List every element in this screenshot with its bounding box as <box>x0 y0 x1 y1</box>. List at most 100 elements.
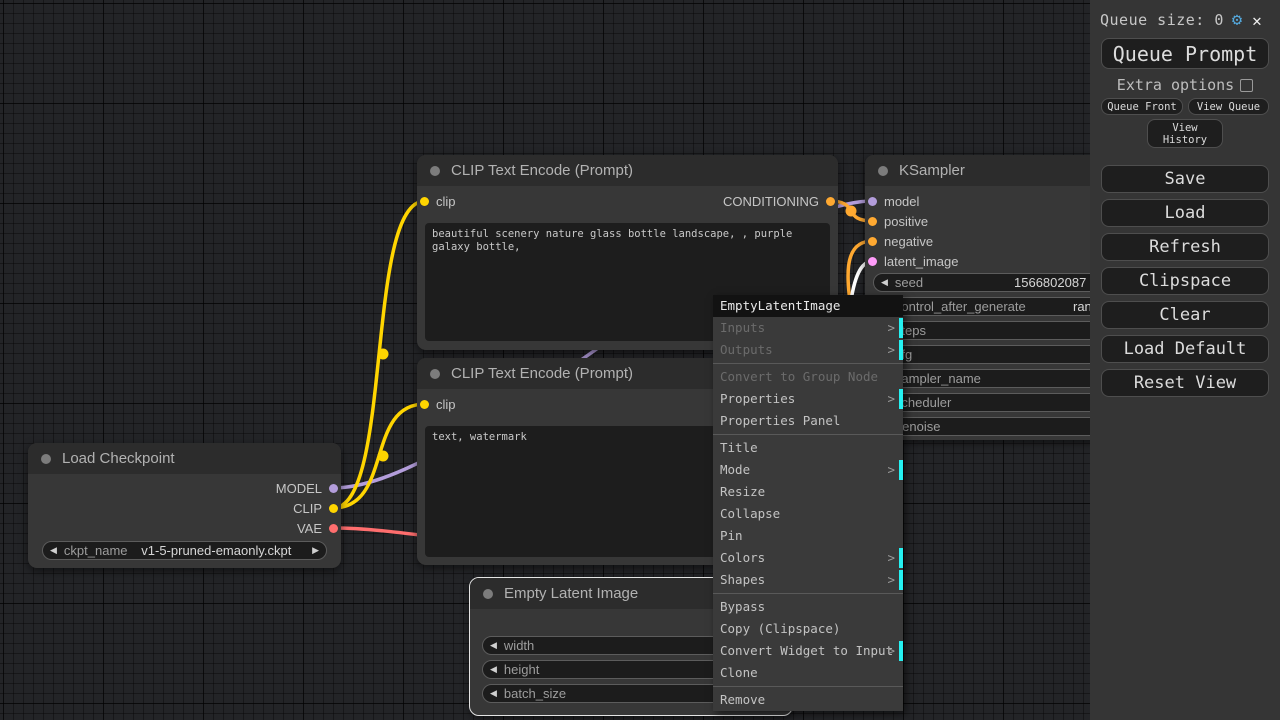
widget-ckpt-name[interactable]: ◀ ckpt_name v1-5-pruned-emaonly.ckpt ▶ <box>42 541 327 560</box>
input-port-clip[interactable]: clip <box>420 192 456 210</box>
port-dot-vae[interactable] <box>329 523 338 533</box>
widget-left-arrow-icon[interactable]: ◀ <box>483 640 504 651</box>
port-dot-conditioning[interactable] <box>826 196 835 206</box>
submenu-arrow-icon: > <box>887 320 895 335</box>
node-title-bar[interactable]: Load Checkpoint <box>28 443 341 474</box>
port-dot-model[interactable] <box>329 483 338 493</box>
clear-button[interactable]: Clear <box>1101 301 1269 329</box>
view-queue-button[interactable]: View Queue <box>1188 98 1269 115</box>
menu-item-inputs[interactable]: Inputs > <box>713 317 903 339</box>
context-menu-title: EmptyLatentImage <box>713 295 903 317</box>
save-button[interactable]: Save <box>1101 165 1269 193</box>
view-history-button[interactable]: View History <box>1147 119 1223 148</box>
input-port-positive[interactable]: positive <box>868 212 928 230</box>
widget-value: 1566802087 <box>1014 275 1087 290</box>
input-port-clip[interactable]: clip <box>420 395 456 413</box>
port-dot-latent-image[interactable] <box>868 256 877 266</box>
port-dot-negative[interactable] <box>868 236 877 246</box>
node-collapse-dot[interactable] <box>483 588 493 599</box>
output-port-conditioning[interactable]: CONDITIONING <box>723 192 835 210</box>
menu-item-title[interactable]: Title <box>713 437 903 459</box>
menu-item-collapse[interactable]: Collapse <box>713 503 903 525</box>
menu-item-pin[interactable]: Pin <box>713 525 903 547</box>
node-collapse-dot[interactable] <box>430 165 440 176</box>
close-icon[interactable]: ✕ <box>1252 11 1262 30</box>
menu-item-clone[interactable]: Clone <box>713 662 903 684</box>
widget-left-arrow-icon[interactable]: ◀ <box>874 277 895 288</box>
port-dot-clip[interactable] <box>420 196 429 206</box>
context-menu: EmptyLatentImage Inputs > Outputs > Conv… <box>713 295 903 711</box>
extra-options-label: Extra options <box>1116 76 1235 94</box>
menu-item-resize[interactable]: Resize <box>713 481 903 503</box>
menu-item-bypass[interactable]: Bypass <box>713 596 903 618</box>
node-load-checkpoint[interactable]: Load Checkpoint MODEL CLIP VAE ◀ ckpt_na… <box>28 443 341 568</box>
submenu-bar <box>899 548 903 568</box>
port-label: clip <box>436 396 456 412</box>
widget-name: sampler_name <box>894 371 981 386</box>
menu-item-mode[interactable]: Mode > <box>713 459 903 481</box>
node-title: Empty Latent Image <box>504 585 639 602</box>
menu-separator <box>713 686 903 687</box>
port-dot-clip[interactable] <box>420 399 429 409</box>
menu-item-remove[interactable]: Remove <box>713 689 903 711</box>
output-port-clip[interactable]: CLIP <box>293 499 338 517</box>
submenu-arrow-icon: > <box>887 643 895 658</box>
output-port-model[interactable]: MODEL <box>276 479 338 497</box>
port-label: model <box>884 193 920 209</box>
widget-name: height <box>503 662 540 677</box>
node-title: CLIP Text Encode (Prompt) <box>451 162 634 179</box>
clipspace-button[interactable]: Clipspace <box>1101 267 1269 295</box>
widget-right-arrow-icon[interactable]: ▶ <box>305 545 326 556</box>
node-collapse-dot[interactable] <box>430 368 440 379</box>
port-label: VAE <box>296 520 322 536</box>
port-label: CLIP <box>293 500 322 516</box>
node-collapse-dot[interactable] <box>878 165 888 176</box>
reset-view-button[interactable]: Reset View <box>1101 369 1269 397</box>
menu-item-colors[interactable]: Colors > <box>713 547 903 569</box>
submenu-bar <box>899 318 903 338</box>
submenu-bar <box>899 641 903 661</box>
load-button[interactable]: Load <box>1101 199 1269 227</box>
queue-prompt-button[interactable]: Queue Prompt <box>1101 38 1269 69</box>
menu-item-properties-panel[interactable]: Properties Panel <box>713 410 903 432</box>
comfy-menu-panel: Queue size: 0 ⚙ ✕ Queue Prompt Extra opt… <box>1090 0 1280 720</box>
port-label: CONDITIONING <box>722 193 819 209</box>
menu-item-properties[interactable]: Properties > <box>713 388 903 410</box>
widget-left-arrow-icon[interactable]: ◀ <box>483 688 504 699</box>
refresh-button[interactable]: Refresh <box>1101 233 1269 261</box>
input-port-model[interactable]: model <box>868 192 919 210</box>
submenu-bar <box>899 389 903 409</box>
menu-item-copy-clipspace[interactable]: Copy (Clipspace) <box>713 618 903 640</box>
queue-front-button[interactable]: Queue Front <box>1101 98 1183 115</box>
port-dot-clip[interactable] <box>329 503 338 513</box>
submenu-bar <box>899 570 903 590</box>
menu-separator <box>713 434 903 435</box>
port-label: latent_image <box>884 253 959 269</box>
port-label: clip <box>436 193 456 209</box>
widget-left-arrow-icon[interactable]: ◀ <box>483 664 504 675</box>
menu-item-convert-widget-to-input[interactable]: Convert Widget to Input > <box>713 640 903 662</box>
input-port-negative[interactable]: negative <box>868 232 933 250</box>
submenu-bar <box>899 340 903 360</box>
menu-separator <box>713 593 903 594</box>
node-collapse-dot[interactable] <box>41 453 51 464</box>
extra-options-checkbox[interactable] <box>1240 78 1254 92</box>
widget-name: scheduler <box>894 395 952 410</box>
submenu-arrow-icon: > <box>887 342 895 357</box>
submenu-bar <box>899 460 903 480</box>
menu-item-outputs[interactable]: Outputs > <box>713 339 903 361</box>
port-dot-positive[interactable] <box>868 216 877 226</box>
node-title-bar[interactable]: CLIP Text Encode (Prompt) <box>417 155 838 186</box>
output-port-vae[interactable]: VAE <box>297 519 338 537</box>
node-title: KSampler <box>899 162 965 179</box>
load-default-button[interactable]: Load Default <box>1101 335 1269 363</box>
widget-name: width <box>503 638 535 653</box>
menu-item-convert-to-group-node[interactable]: Convert to Group Node <box>713 366 903 388</box>
menu-item-shapes[interactable]: Shapes > <box>713 569 903 591</box>
widget-name: ckpt_name <box>63 543 128 558</box>
port-dot-model[interactable] <box>868 196 877 206</box>
settings-gear-icon[interactable]: ⚙ <box>1232 10 1242 30</box>
submenu-arrow-icon: > <box>887 572 895 587</box>
input-port-latent-image[interactable]: latent_image <box>868 252 958 270</box>
widget-left-arrow-icon[interactable]: ◀ <box>43 545 64 556</box>
